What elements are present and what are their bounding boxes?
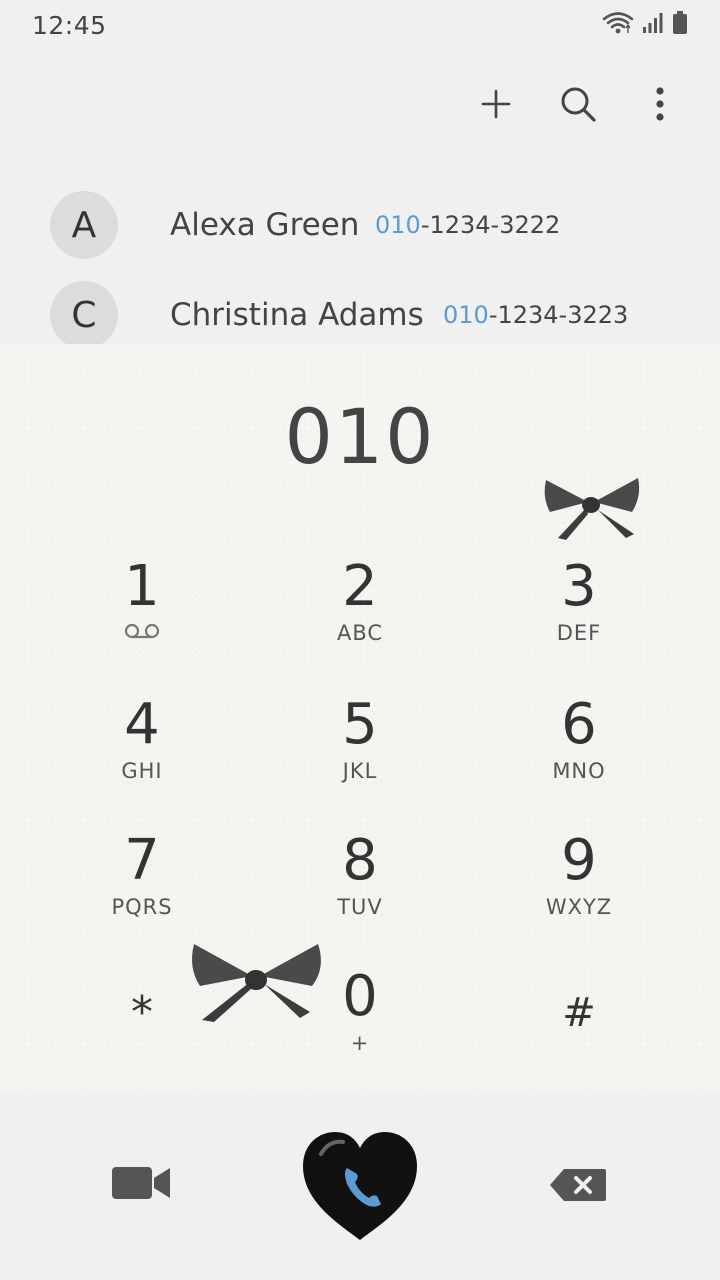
add-contact-button[interactable] [474,84,518,128]
dial-key-1[interactable]: 1 [42,554,242,674]
video-call-icon [110,1163,172,1207]
bottom-action-bar [0,1090,720,1280]
plus-icon [480,88,512,124]
number-match: 010 [443,301,489,329]
signal-icon [642,12,664,38]
status-bar: 12:45 [0,0,720,50]
dial-key-2[interactable]: 2 ABC [260,554,460,674]
dial-key-hash[interactable]: # [479,980,679,1090]
more-options-button[interactable] [638,84,682,128]
number-rest: -1234-3222 [420,211,561,239]
status-icons [602,10,688,40]
ribbon-bow-decoration [188,940,324,1028]
dial-key-6[interactable]: 6 MNO [479,692,679,812]
search-button[interactable] [556,84,600,128]
contact-name: Christina Adams [170,297,424,333]
dial-pad-area: 010 1 2 ABC 3 DEF 4 GHI 5 JKL 6 MNO 7 PQ… [0,344,720,1090]
dial-key-7[interactable]: 7 PQRS [42,828,242,948]
status-time: 12:45 [32,10,107,40]
video-call-button[interactable] [106,1160,176,1210]
contact-number: 010-1234-3222 [375,211,560,239]
dial-key-4[interactable]: 4 GHI [42,692,242,812]
dial-key-3[interactable]: 3 DEF [479,554,679,674]
voicemail-icon [42,620,242,646]
dial-key-8[interactable]: 8 TUV [260,828,460,948]
avatar: C [50,281,118,349]
backspace-icon [548,1167,608,1207]
wifi-icon [602,10,634,40]
avatar: A [50,191,118,259]
backspace-button[interactable] [546,1164,610,1210]
dial-key-9[interactable]: 9 WXYZ [479,828,679,948]
suggestion-row[interactable]: A Alexa Green 010-1234-3222 [0,180,720,270]
search-icon [558,84,598,128]
battery-icon [672,11,688,39]
ribbon-bow-decoration [540,472,642,548]
number-match: 010 [375,211,421,239]
number-rest: -1234-3223 [488,301,629,329]
dial-key-5[interactable]: 5 JKL [260,692,460,812]
contact-name: Alexa Green [170,207,360,243]
toolbar [474,78,682,134]
dialed-number[interactable]: 010 [0,392,720,481]
call-heart-icon [299,1128,421,1248]
contact-number: 010-1234-3223 [443,301,628,329]
more-vertical-icon [654,86,666,126]
call-button[interactable] [298,1128,422,1248]
